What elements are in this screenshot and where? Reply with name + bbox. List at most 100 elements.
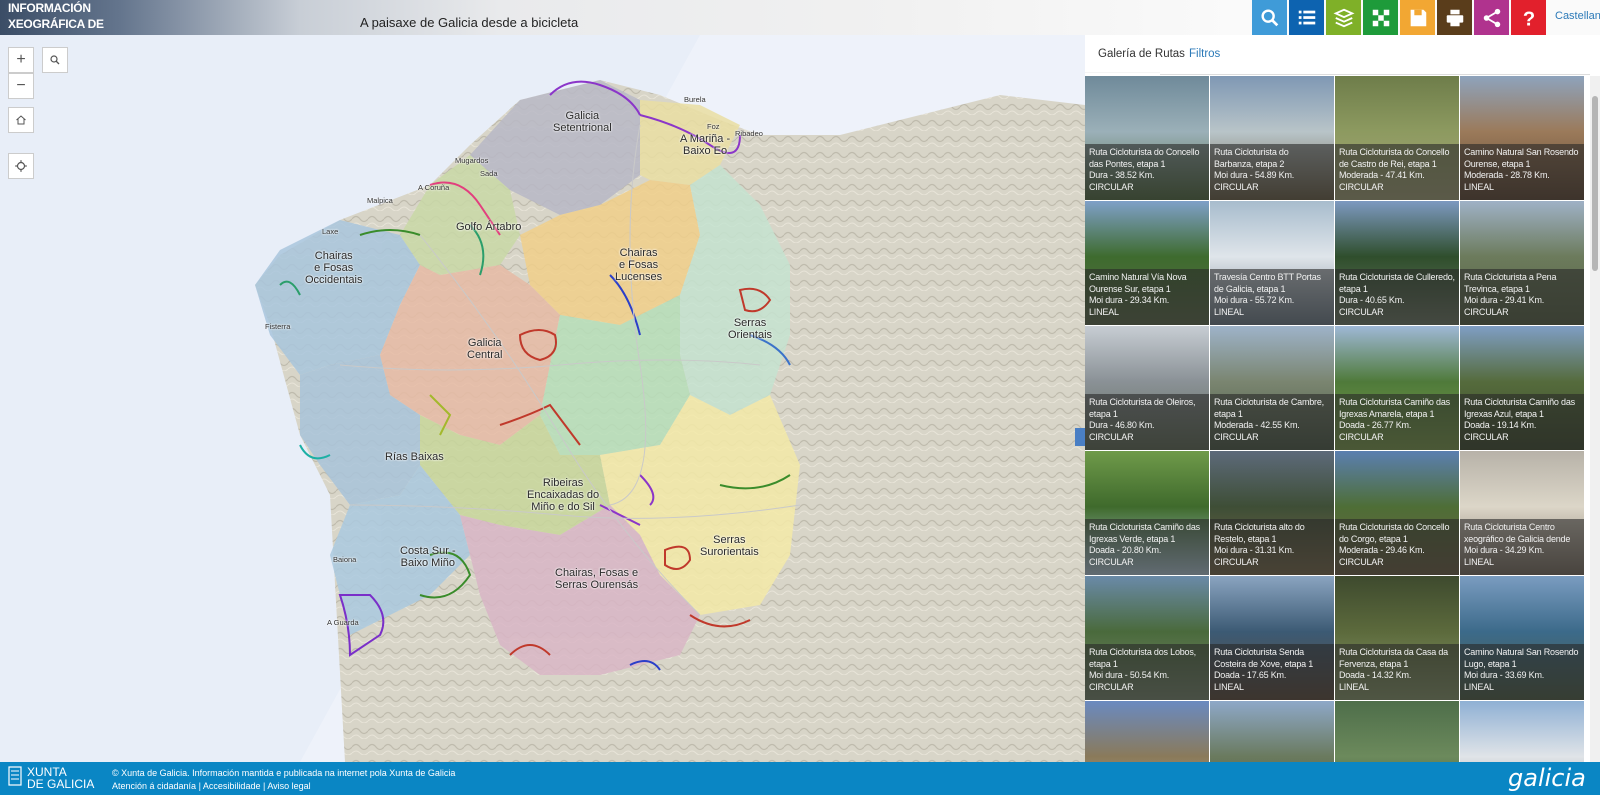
region-label: Chairas e Fosas Occidentais — [305, 250, 363, 286]
route-name: Camino Natural San Rosendo Lugo, etapa 1 — [1464, 647, 1579, 669]
route-card[interactable]: Ruta Cicloturista de Culleredo, etapa 1D… — [1335, 201, 1460, 326]
route-card[interactable]: Ruta Cicloturista Camiño das Igrexas Azu… — [1460, 326, 1585, 451]
route-card[interactable] — [1085, 701, 1210, 762]
route-photo — [1335, 701, 1459, 762]
layers-button[interactable] — [1326, 0, 1361, 35]
city-label: Burela — [684, 95, 706, 104]
basemap-icon — [1372, 9, 1389, 26]
footer: XUNTA DE GALICIA © Xunta de Galicia. Inf… — [0, 762, 1600, 795]
route-card[interactable] — [1460, 701, 1585, 762]
share-button[interactable] — [1474, 0, 1509, 35]
locate-button[interactable] — [8, 153, 34, 179]
route-difficulty-distance: Moi dura - 50.54 Km. — [1089, 670, 1170, 680]
footer-copyright: © Xunta de Galicia. Información mantida … — [112, 767, 455, 793]
link-legal-notice[interactable]: Aviso legal — [267, 781, 310, 791]
map-search-button[interactable] — [42, 47, 68, 73]
route-caption: Ruta Cicloturista dos Lobos, etapa 1 Moi … — [1085, 644, 1209, 700]
route-card[interactable]: Ruta Cicloturista alto do Restelo, etapa… — [1210, 451, 1335, 576]
route-card[interactable]: Camino Natural Vía Nova Ourense Sur, eta… — [1085, 201, 1210, 326]
map-canvas — [0, 35, 1085, 762]
tab-filters[interactable]: Filtros — [1189, 48, 1220, 60]
route-difficulty-distance: Moderada - 29.46 Km. — [1339, 545, 1425, 555]
region-label: Galicia Central — [467, 337, 503, 361]
route-type: CIRCULAR — [1089, 181, 1134, 192]
route-card[interactable]: Ruta Cicloturista Camiño das Igrexas Ver… — [1085, 451, 1210, 576]
route-name: Ruta Cicloturista do Barbanza, etapa 2 — [1214, 147, 1289, 169]
active-tab-indicator — [1085, 72, 1160, 75]
city-label: A Guarda — [327, 618, 359, 627]
route-card[interactable]: Ruta Cicloturista do Concello do Corgo, … — [1335, 451, 1460, 576]
help-button[interactable]: ? — [1511, 0, 1546, 35]
route-type: CIRCULAR — [1089, 681, 1134, 692]
route-caption: Ruta Cicloturista a Pena Trevinca, etapa… — [1460, 269, 1584, 325]
route-difficulty-distance: Doada - 17.65 Km. — [1214, 670, 1287, 680]
panel-tabs: Galería de Rutas Filtros — [1085, 35, 1590, 75]
route-card[interactable]: Ruta Cicloturista Centro xeográfico de G… — [1460, 451, 1585, 576]
panel-collapse-handle[interactable] — [1075, 428, 1085, 446]
route-name: Ruta Cicloturista do Concello do Corgo, … — [1339, 522, 1450, 544]
print-button[interactable] — [1437, 0, 1472, 35]
route-caption: Ruta Cicloturista Camiño das Igrexas Ver… — [1085, 519, 1209, 575]
route-difficulty-distance: Dura - 40.65 Km. — [1339, 295, 1405, 305]
route-type: LINEAL — [1339, 681, 1369, 692]
route-card[interactable]: Ruta Cicloturista do Barbanza, etapa 2 Mo… — [1210, 76, 1335, 201]
route-difficulty-distance: Doada - 19.14 Km. — [1464, 420, 1537, 430]
route-card[interactable] — [1210, 701, 1335, 762]
route-card[interactable]: Travesía Centro BTT Portas de Galicia, e… — [1210, 201, 1335, 326]
route-card[interactable]: Ruta Cicloturista do Concello de Castro … — [1335, 76, 1460, 201]
route-difficulty-distance: Moi dura - 55.72 Km. — [1214, 295, 1295, 305]
language-link[interactable]: Castellano — [1555, 10, 1600, 22]
home-icon — [16, 115, 26, 125]
home-extent-button[interactable] — [8, 107, 34, 133]
route-caption: Ruta Cicloturista do Barbanza, etapa 2 Mo… — [1210, 144, 1334, 200]
galicia-brand-logo[interactable]: galicia — [1508, 764, 1586, 792]
save-button[interactable] — [1400, 0, 1435, 35]
scrollbar-thumb[interactable] — [1592, 96, 1598, 271]
route-card[interactable]: Ruta Cicloturista do Concello das Pontes… — [1085, 76, 1210, 201]
share-icon — [1483, 8, 1500, 27]
footer-links: Atención á cidadanía | Accesibilidade | … — [112, 781, 311, 791]
route-card[interactable]: Ruta Cicloturista de Oleiros, etapa 1 Dur… — [1085, 326, 1210, 451]
zoom-in-button[interactable]: + — [8, 47, 34, 73]
route-name: Ruta Cicloturista Camiño das Igrexas Azu… — [1464, 397, 1575, 419]
route-card[interactable]: Ruta Cicloturista a Pena Trevinca, etapa… — [1460, 201, 1585, 326]
tab-route-gallery[interactable]: Galería de Rutas — [1098, 48, 1185, 60]
gallery-scrollbar[interactable] — [1590, 76, 1600, 762]
route-card[interactable]: Ruta Cicloturista Camiño das Igrexas Ama… — [1335, 326, 1460, 451]
route-type: LINEAL — [1464, 681, 1494, 692]
route-name: Ruta Cicloturista Centro xeográfico de G… — [1464, 522, 1571, 544]
list-button[interactable] — [1289, 0, 1324, 35]
search-icon — [50, 55, 60, 65]
route-type: LINEAL — [1089, 306, 1119, 317]
link-citizen-attention[interactable]: Atención á cidadanía — [112, 781, 196, 791]
search-button[interactable] — [1252, 0, 1287, 35]
map-viewport[interactable]: + − Galicia Setentrional A Mariña - Baix… — [0, 35, 1085, 762]
basemap-button[interactable] — [1363, 0, 1398, 35]
city-label: Malpica — [367, 196, 393, 205]
xunta-logo[interactable]: XUNTA DE GALICIA — [8, 766, 94, 790]
route-type: CIRCULAR — [1214, 556, 1259, 567]
zoom-out-button[interactable]: − — [8, 73, 34, 99]
route-card[interactable] — [1335, 701, 1460, 762]
route-caption: Ruta Cicloturista da Casa da Fervenza, e… — [1335, 644, 1459, 700]
route-name: Ruta Cicloturista de Cambre, etapa 1 — [1214, 397, 1324, 419]
route-card[interactable]: Ruta Cicloturista dos Lobos, etapa 1 Moi … — [1085, 576, 1210, 701]
route-card[interactable]: Camino Natural San Rosendo Lugo, etapa 1… — [1460, 576, 1585, 701]
city-label: A Coruña — [418, 183, 450, 192]
route-card[interactable]: Ruta Cicloturista de Cambre, etapa 1 Mode… — [1210, 326, 1335, 451]
route-card[interactable]: Camino Natural San Rosendo Ourense, etap… — [1460, 76, 1585, 201]
route-caption: Ruta Cicloturista de Culleredo, etapa 1D… — [1335, 269, 1459, 325]
route-caption: Camino Natural San Rosendo Ourense, etap… — [1460, 144, 1584, 200]
route-type: CIRCULAR — [1464, 431, 1509, 442]
print-icon — [1446, 9, 1463, 26]
route-name: Ruta Cicloturista de Culleredo, etapa 1 — [1339, 272, 1455, 294]
route-card[interactable]: Ruta Cicloturista da Casa da Fervenza, e… — [1335, 576, 1460, 701]
city-label: Mugardos — [455, 156, 489, 165]
save-icon — [1410, 9, 1426, 26]
link-accessibility[interactable]: Accesibilidade — [203, 781, 261, 791]
route-card[interactable]: Ruta Cicloturista Senda Costeira de Xove… — [1210, 576, 1335, 701]
route-photo — [1085, 701, 1209, 762]
route-difficulty-distance: Moderada - 47.41 Km. — [1339, 170, 1425, 180]
toolbar: ? — [1252, 0, 1548, 35]
route-name: Travesía Centro BTT Portas de Galicia, e… — [1214, 272, 1321, 294]
